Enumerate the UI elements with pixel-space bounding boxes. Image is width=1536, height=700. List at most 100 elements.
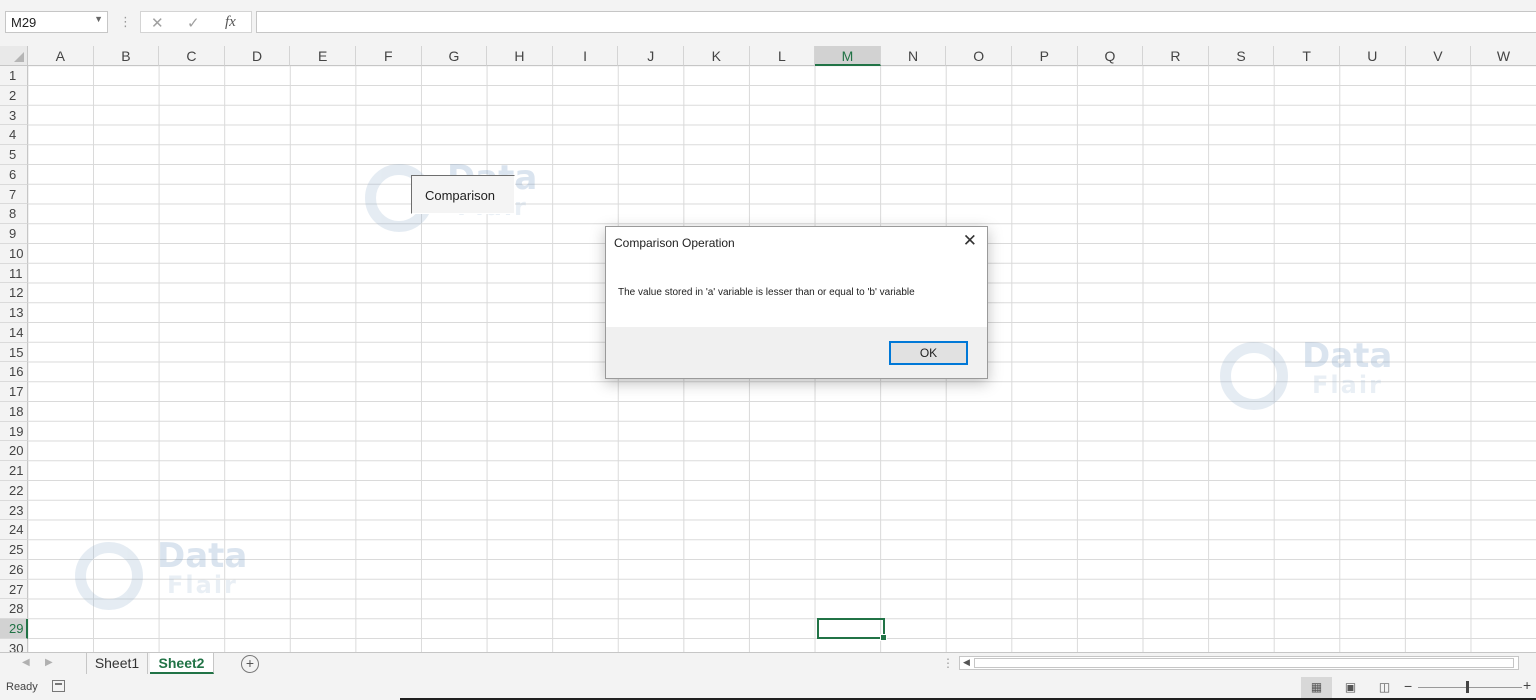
more-options-icon[interactable]: ⋮ xyxy=(119,14,132,30)
row-header-24[interactable]: 24 xyxy=(0,520,28,540)
column-header-o[interactable]: O xyxy=(946,46,1012,66)
column-header-l[interactable]: L xyxy=(749,46,816,66)
column-header-b[interactable]: B xyxy=(93,46,160,66)
row-header-6[interactable]: 6 xyxy=(0,164,28,185)
column-header-i[interactable]: I xyxy=(552,46,619,66)
sheet-tab-bar: ◀ ▶ Sheet1 Sheet2 + ⋮ ◀ xyxy=(0,652,1536,676)
row-header-15[interactable]: 15 xyxy=(0,342,28,363)
row-header-1[interactable]: 1 xyxy=(0,66,28,86)
row-header-14[interactable]: 14 xyxy=(0,322,28,343)
column-header-p[interactable]: P xyxy=(1012,46,1078,66)
watermark-line1: Data xyxy=(1302,336,1393,376)
comparison-button[interactable]: Comparison xyxy=(411,175,515,214)
column-header-e[interactable]: E xyxy=(290,46,356,66)
column-header-h[interactable]: H xyxy=(487,46,553,66)
column-header-m[interactable]: M xyxy=(815,46,881,66)
status-text: Ready xyxy=(6,681,38,693)
tab-sheet1[interactable]: Sheet1 xyxy=(86,653,148,674)
message-dialog: Comparison Operation ✕ The value stored … xyxy=(605,226,988,379)
close-icon[interactable]: ✕ xyxy=(151,14,164,32)
column-header-f[interactable]: F xyxy=(356,46,422,66)
column-header-t[interactable]: T xyxy=(1274,46,1340,66)
row-header-4[interactable]: 4 xyxy=(0,125,28,145)
select-all-corner[interactable] xyxy=(0,46,28,66)
row-header-10[interactable]: 10 xyxy=(0,243,28,264)
fill-handle[interactable] xyxy=(880,634,887,641)
chevron-down-icon[interactable]: ▼ xyxy=(94,14,103,24)
zoom-out-button[interactable]: − xyxy=(1404,678,1412,694)
prev-sheet-icon[interactable]: ◀ xyxy=(22,657,30,668)
row-header-16[interactable]: 16 xyxy=(0,362,28,382)
row-header-23[interactable]: 23 xyxy=(0,500,28,521)
row-header-7[interactable]: 7 xyxy=(0,184,28,205)
scroll-thumb[interactable] xyxy=(974,658,1514,668)
normal-view-icon[interactable]: ▦ xyxy=(1301,677,1332,698)
row-header-28[interactable]: 28 xyxy=(0,599,28,619)
ok-button[interactable]: OK xyxy=(889,341,968,365)
row-header-2[interactable]: 2 xyxy=(0,85,28,106)
page-layout-view-icon[interactable]: ▣ xyxy=(1335,677,1366,698)
column-header-j[interactable]: J xyxy=(618,46,684,66)
zoom-in-button[interactable]: + xyxy=(1523,677,1531,693)
name-box-value: M29 xyxy=(11,15,37,30)
column-header-w[interactable]: W xyxy=(1471,46,1536,66)
logo-icon xyxy=(1220,342,1288,410)
row-header-17[interactable]: 17 xyxy=(0,382,28,402)
zoom-slider[interactable] xyxy=(1418,687,1522,688)
selected-cell-m29[interactable] xyxy=(817,618,887,641)
row-header-27[interactable]: 27 xyxy=(0,579,28,600)
row-header-25[interactable]: 25 xyxy=(0,540,28,560)
watermark-line2: Flair xyxy=(167,571,238,599)
row-header-3[interactable]: 3 xyxy=(0,105,28,126)
logo-icon xyxy=(75,542,143,610)
dialog-message: The value stored in 'a' variable is less… xyxy=(618,287,915,298)
function-icon[interactable]: fx xyxy=(225,14,236,31)
row-header-20[interactable]: 20 xyxy=(0,441,28,461)
scroll-left-icon[interactable]: ◀ xyxy=(963,657,970,668)
plus-circle-icon[interactable]: + xyxy=(241,655,259,673)
horizontal-scrollbar[interactable]: ◀ xyxy=(959,656,1519,670)
column-headers: ABCDEFGHIJKLMNOPQRSTUVW xyxy=(28,46,1536,66)
triangle-icon xyxy=(14,52,24,62)
status-bar: Ready ▦ ▣ ◫ − + xyxy=(0,676,1536,700)
watermark-line1: Data xyxy=(157,536,248,576)
watermark-line2: Flair xyxy=(1312,371,1383,399)
row-header-21[interactable]: 21 xyxy=(0,461,28,481)
column-header-k[interactable]: K xyxy=(684,46,750,66)
split-handle[interactable]: ⋮ xyxy=(942,656,954,670)
column-header-q[interactable]: Q xyxy=(1077,46,1144,66)
row-header-19[interactable]: 19 xyxy=(0,421,28,442)
next-sheet-icon[interactable]: ▶ xyxy=(45,657,53,668)
column-header-u[interactable]: U xyxy=(1340,46,1406,66)
formula-bar: M29 ▼ ⋮ ✕ ✓ fx xyxy=(0,0,1536,46)
row-header-12[interactable]: 12 xyxy=(0,283,28,303)
dialog-title: Comparison Operation xyxy=(614,236,735,250)
row-header-22[interactable]: 22 xyxy=(0,480,28,501)
column-header-c[interactable]: C xyxy=(159,46,225,66)
row-header-18[interactable]: 18 xyxy=(0,401,28,422)
column-header-s[interactable]: S xyxy=(1208,46,1275,66)
row-header-26[interactable]: 26 xyxy=(0,559,28,580)
page-break-view-icon[interactable]: ◫ xyxy=(1369,677,1400,698)
formula-input[interactable] xyxy=(256,11,1536,33)
name-box[interactable]: M29 ▼ xyxy=(5,11,108,33)
formula-bar-buttons: ✕ ✓ fx xyxy=(140,11,252,33)
dialog-footer: OK xyxy=(606,327,987,378)
column-header-g[interactable]: G xyxy=(421,46,488,66)
check-icon[interactable]: ✓ xyxy=(187,14,200,32)
close-icon[interactable]: ✕ xyxy=(963,231,977,251)
row-header-13[interactable]: 13 xyxy=(0,303,28,323)
column-header-n[interactable]: N xyxy=(880,46,947,66)
row-header-9[interactable]: 9 xyxy=(0,224,28,244)
macro-record-icon[interactable] xyxy=(52,680,65,692)
zoom-slider-thumb[interactable] xyxy=(1466,681,1469,693)
column-header-r[interactable]: R xyxy=(1143,46,1209,66)
column-header-a[interactable]: A xyxy=(28,46,94,66)
row-header-8[interactable]: 8 xyxy=(0,204,28,224)
row-header-29[interactable]: 29 xyxy=(0,619,28,639)
row-header-11[interactable]: 11 xyxy=(0,263,28,284)
tab-sheet2[interactable]: Sheet2 xyxy=(150,653,214,674)
row-header-5[interactable]: 5 xyxy=(0,145,28,165)
column-header-v[interactable]: V xyxy=(1405,46,1472,66)
column-header-d[interactable]: D xyxy=(224,46,291,66)
